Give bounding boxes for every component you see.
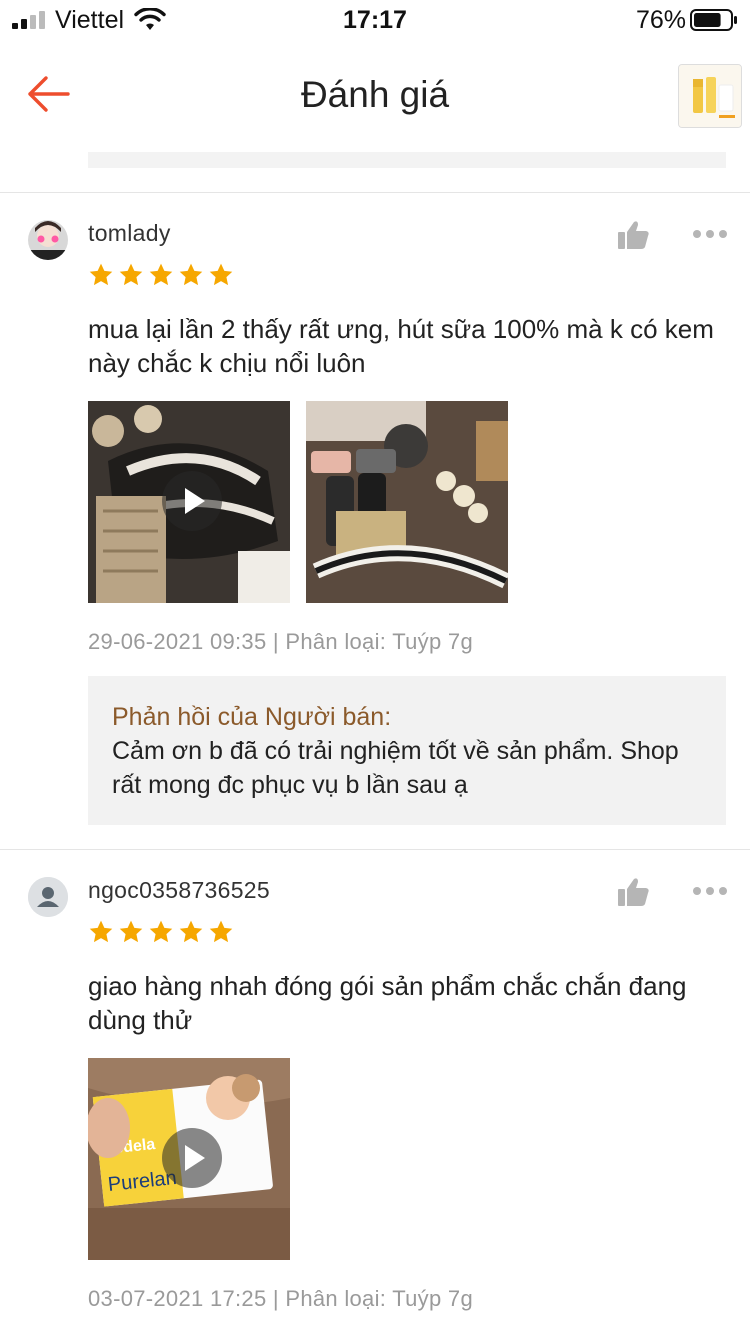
- star-icon: [179, 920, 203, 943]
- review-video-thumbnail[interactable]: medela Purelan: [88, 1058, 290, 1260]
- review-image-thumbnail[interactable]: [306, 401, 508, 603]
- avatar[interactable]: [28, 877, 68, 917]
- review-video-thumbnail[interactable]: [88, 401, 290, 603]
- battery-percent: 76%: [635, 6, 686, 34]
- product-image: [679, 65, 741, 127]
- page-title: Đánh giá: [300, 74, 450, 115]
- seller-reply-text: Cảm ơn b đã có trải nghiệm tốt về sản ph…: [112, 737, 679, 799]
- battery-icon: [690, 9, 737, 31]
- star-rating: [88, 919, 234, 945]
- thumbs-up-icon[interactable]: [616, 877, 650, 907]
- star-icon: [149, 263, 173, 286]
- seller-reply: Phản hồi của Người bán: Cảm ơn b đã có t…: [88, 676, 726, 825]
- star-icon: [209, 920, 233, 943]
- review-username: tomlady: [88, 220, 171, 246]
- star-icon: [119, 920, 143, 943]
- previous-review-strip: [88, 152, 726, 168]
- review-text: giao hàng nhah đóng gói sản phẩm chắc ch…: [88, 971, 687, 1035]
- more-options-icon[interactable]: [692, 229, 728, 239]
- star-icon: [89, 263, 113, 286]
- review-username: ngoc0358736525: [88, 877, 270, 903]
- review-item: tomlady mua lại lần 2 thấy rất ưng, hút …: [0, 192, 750, 848]
- play-button[interactable]: [162, 1128, 222, 1188]
- star-icon: [179, 263, 203, 286]
- star-icon: [89, 920, 113, 943]
- review-meta: 03-07-2021 17:25 | Phân loại: Tuýp 7g: [88, 1286, 473, 1311]
- review-meta: 29-06-2021 09:35 | Phân loại: Tuýp 7g: [88, 629, 473, 654]
- play-icon: [185, 488, 205, 514]
- nav-bar: Đánh giá: [0, 40, 750, 150]
- avatar[interactable]: [28, 220, 68, 260]
- star-icon: [149, 920, 173, 943]
- review-text: mua lại lần 2 thấy rất ưng, hút sữa 100%…: [88, 314, 714, 378]
- star-icon: [209, 263, 233, 286]
- thumbs-up-icon[interactable]: [616, 220, 650, 250]
- play-button[interactable]: [162, 471, 222, 531]
- status-bar: Viettel 17:17 76%: [0, 0, 750, 40]
- star-rating: [88, 262, 234, 288]
- review-item: ngoc0358736525 giao hàng nhah đóng gói s…: [0, 849, 750, 1334]
- user-icon: [28, 877, 68, 917]
- product-thumbnail[interactable]: [678, 64, 742, 128]
- more-options-icon[interactable]: [692, 886, 728, 896]
- seller-reply-label: Phản hồi của Người bán:: [112, 703, 392, 731]
- star-icon: [119, 263, 143, 286]
- play-icon: [185, 1145, 205, 1171]
